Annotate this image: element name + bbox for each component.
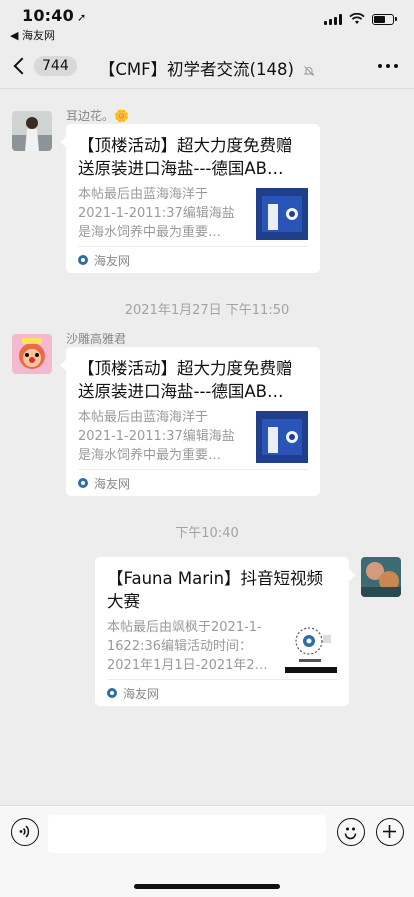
link-card[interactable]: 【Fauna Marin】抖音短视频 大赛 本帖最后由飒枫于2021-1- 16… [95, 557, 349, 706]
sender-name: 耳边花。🌼 [66, 109, 129, 123]
link-card[interactable]: 【顶楼活动】超大力度免费赠 送原装进口海盐---德国AB… 本帖最后由蓝海海洋于… [66, 124, 320, 273]
add-icon[interactable] [376, 818, 404, 846]
message-list[interactable]: 耳边花。🌼 【顶楼活动】超大力度免费赠 送原装进口海盐---德国AB… 本帖最后… [0, 89, 414, 805]
mute-bell-icon [303, 65, 315, 76]
source-logo-icon [107, 688, 117, 698]
more-options-button[interactable] [378, 64, 398, 68]
voice-icon[interactable] [11, 818, 39, 846]
source-logo-icon [78, 478, 88, 488]
card-thumbnail [256, 188, 308, 240]
message-input[interactable] [48, 815, 326, 853]
wifi-icon [349, 13, 365, 24]
chat-header: 744 【CMF】初学者交流(148) [0, 44, 414, 89]
avatar[interactable] [12, 334, 52, 374]
card-source: 海友网 [78, 469, 308, 496]
card-source: 海友网 [107, 679, 337, 706]
card-source: 海友网 [78, 246, 308, 273]
card-description: 本帖最后由蓝海海洋于 2021-1-2011:37编辑海盐 是海水饲养中最为重要… [78, 410, 235, 463]
card-title: 【Fauna Marin】抖音短视频 大赛 [107, 569, 324, 611]
timestamp: 2021年1月27日 下午11:50 [124, 303, 290, 318]
status-time: 10:40 ➚ [22, 6, 87, 25]
location-arrow-icon: ➚ [76, 11, 87, 24]
card-title: 【顶楼活动】超大力度免费赠 送原装进口海盐---德国AB… [78, 359, 293, 401]
status-bar: 10:40 ➚ ◀ 海友网 [0, 0, 414, 44]
battery-icon [372, 13, 397, 25]
card-description: 本帖最后由蓝海海洋于 2021-1-2011:37编辑海盐 是海水饲养中最为重要… [78, 187, 235, 240]
cellular-signal-icon [324, 13, 342, 25]
sender-name: 沙雕高雅君 [66, 332, 127, 346]
card-description: 本帖最后由飒枫于2021-1- 1622:36编辑活动时间： 2021年1月1日… [107, 620, 268, 673]
home-indicator [134, 884, 280, 889]
card-title: 【顶楼活动】超大力度免费赠 送原装进口海盐---德国AB… [78, 136, 293, 178]
card-thumbnail [285, 621, 337, 673]
emoji-icon[interactable] [337, 818, 365, 846]
timestamp: 下午10:40 [175, 526, 239, 541]
source-logo-icon [78, 255, 88, 265]
my-avatar[interactable] [361, 557, 401, 597]
link-card[interactable]: 【顶楼活动】超大力度免费赠 送原装进口海盐---德国AB… 本帖最后由蓝海海洋于… [66, 347, 320, 496]
avatar[interactable] [12, 111, 52, 151]
chat-title: 【CMF】初学者交流(148) [0, 56, 414, 80]
back-to-app-link[interactable]: ◀ 海友网 [10, 27, 55, 43]
input-bar [0, 805, 414, 897]
card-thumbnail [256, 411, 308, 463]
